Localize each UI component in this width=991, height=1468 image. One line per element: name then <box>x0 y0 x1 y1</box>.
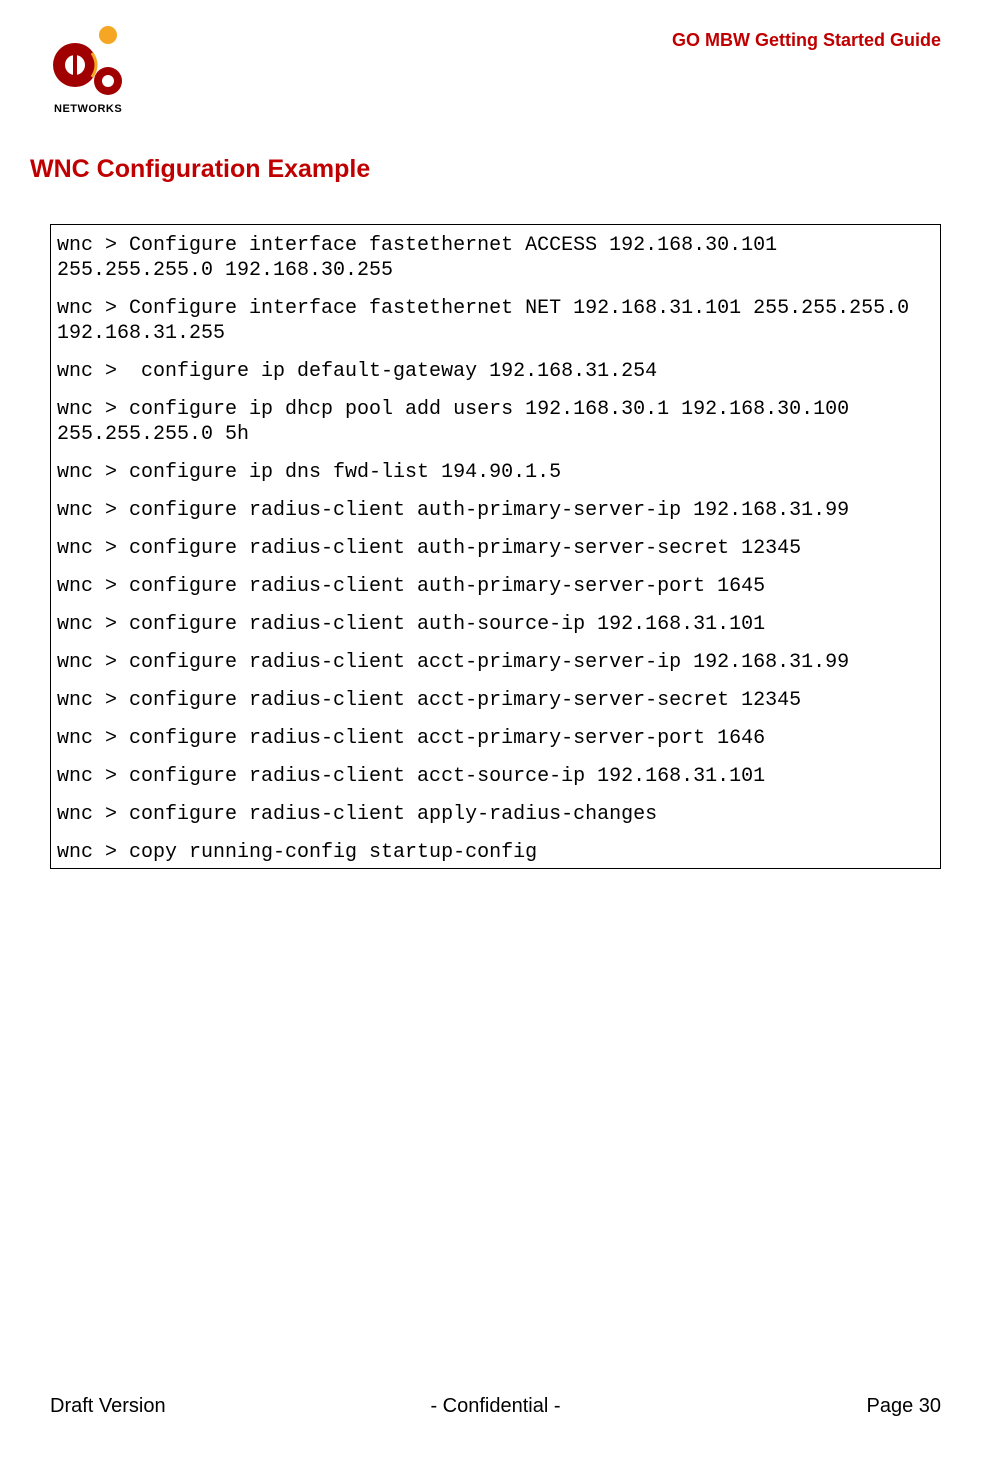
config-line: wnc > Configure interface fastethernet A… <box>57 233 934 283</box>
footer-version: Draft Version <box>50 1395 347 1418</box>
config-line: wnc > configure radius-client acct-sourc… <box>57 764 934 789</box>
config-line: wnc > Configure interface fastethernet N… <box>57 296 934 346</box>
config-line: wnc > configure radius-client acct-prima… <box>57 688 934 713</box>
config-line: wnc > configure ip default-gateway 192.1… <box>57 359 934 384</box>
page-header: NETWORKS GO MBW Getting Started Guide <box>50 25 941 115</box>
config-line: wnc > copy running-config startup-config <box>57 840 934 865</box>
footer-confidential: - Confidential - <box>347 1395 644 1418</box>
page-footer: Draft Version - Confidential - Page 30 <box>50 1395 941 1418</box>
config-line: wnc > configure radius-client acct-prima… <box>57 650 934 675</box>
config-line: wnc > configure radius-client auth-prima… <box>57 498 934 523</box>
footer-page-number: Page 30 <box>644 1395 941 1418</box>
configuration-box: wnc > Configure interface fastethernet A… <box>50 224 941 869</box>
logo-text: NETWORKS <box>54 103 122 115</box>
logo: NETWORKS <box>50 25 140 115</box>
guide-title: GO MBW Getting Started Guide <box>672 30 941 51</box>
config-line: wnc > configure radius-client acct-prima… <box>57 726 934 751</box>
config-line: wnc > configure radius-client auth-prima… <box>57 536 934 561</box>
config-line: wnc > configure radius-client auth-sourc… <box>57 612 934 637</box>
config-line: wnc > configure ip dns fwd-list 194.90.1… <box>57 460 934 485</box>
section-title: WNC Configuration Example <box>30 155 941 184</box>
config-line: wnc > configure ip dhcp pool add users 1… <box>57 397 934 447</box>
config-line: wnc > configure radius-client apply-radi… <box>57 802 934 827</box>
go-networks-logo-icon: NETWORKS <box>50 25 140 115</box>
config-line: wnc > configure radius-client auth-prima… <box>57 574 934 599</box>
